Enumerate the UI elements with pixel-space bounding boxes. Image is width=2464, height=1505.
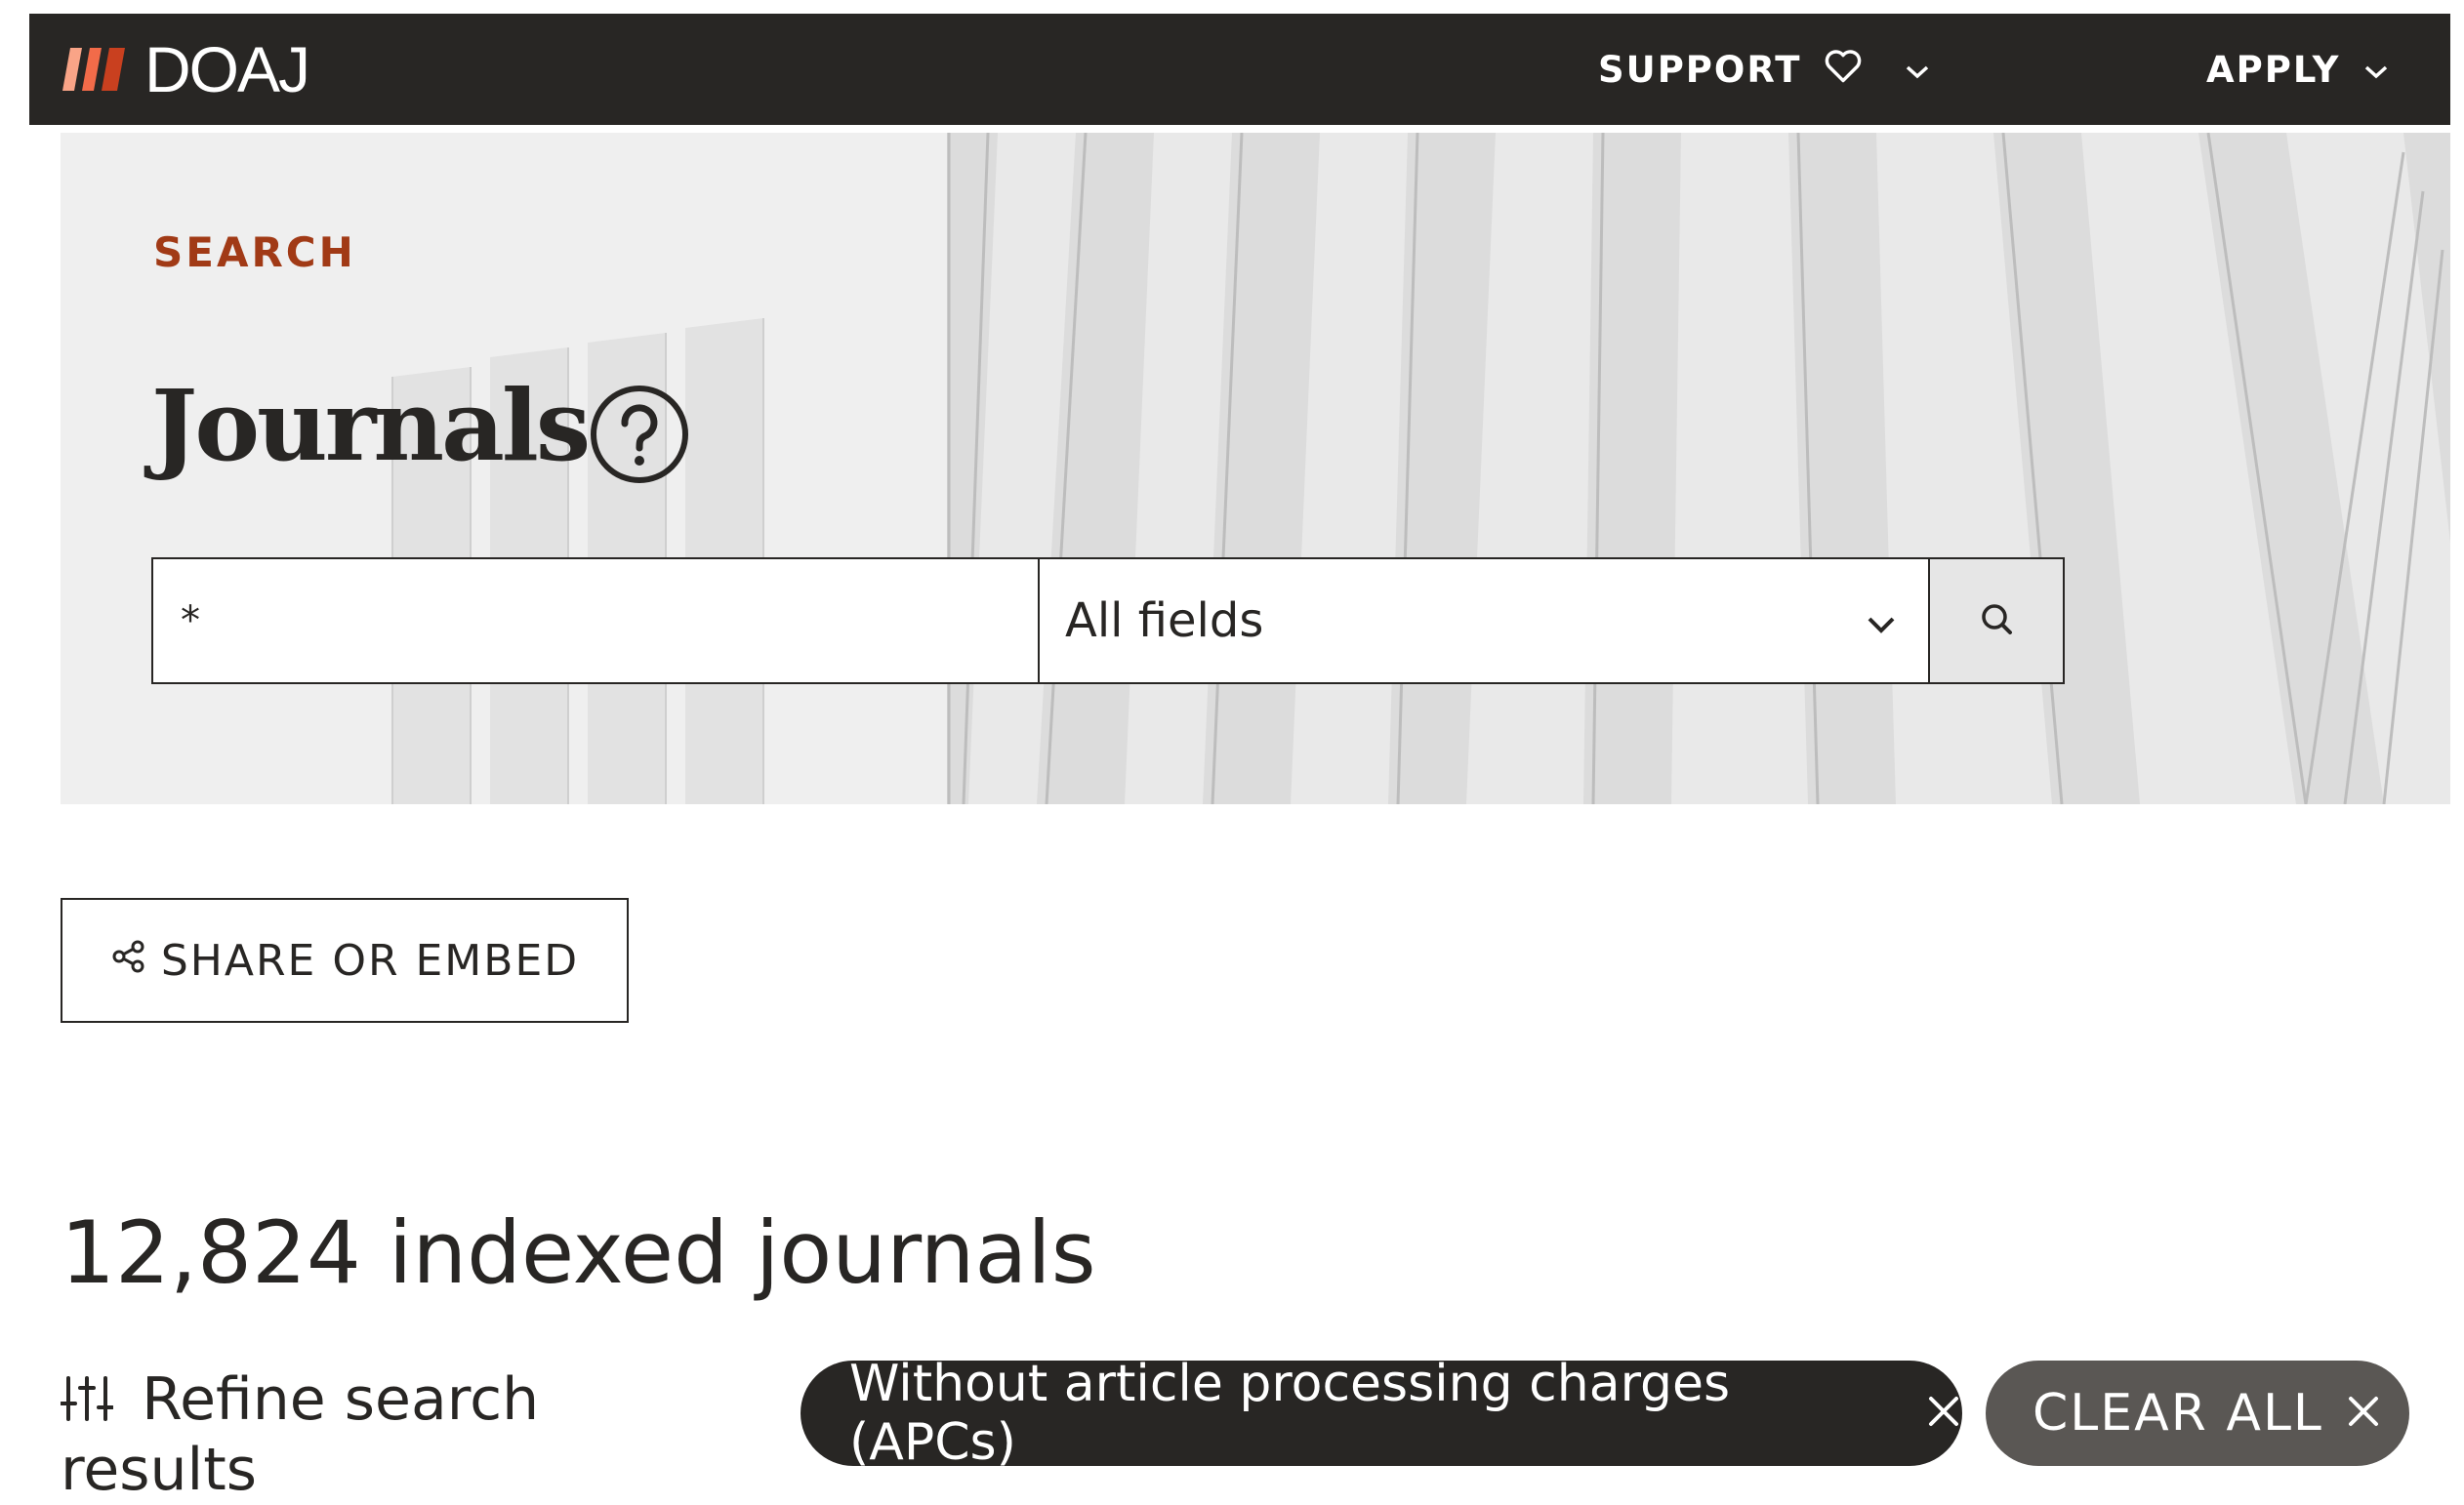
search-submit-button[interactable] — [1930, 559, 2063, 682]
nav-apply-label: APPLY — [2206, 48, 2341, 91]
page-eyebrow: SEARCH — [153, 228, 356, 276]
share-embed-button[interactable]: SHARE OR EMBED — [61, 898, 629, 1023]
refine-search-toggle[interactable]: Refine search results — [61, 1364, 568, 1505]
help-circle-icon[interactable] — [588, 383, 691, 486]
heart-icon — [1823, 47, 1864, 93]
search-field-select[interactable]: All fields — [1040, 559, 1930, 682]
nav-support[interactable]: SUPPORT — [1598, 14, 1932, 125]
share-icon — [110, 936, 161, 986]
active-filter-label: Without article processing charges (APCs… — [849, 1355, 1731, 1472]
page-title: Journals — [151, 368, 591, 483]
chevron-down-icon — [1864, 593, 1899, 648]
sliders-icon — [61, 1365, 142, 1434]
results-count: 12,824 indexed journals — [61, 1202, 1096, 1303]
doaj-logo-icon — [62, 48, 125, 91]
nav-support-label: SUPPORT — [1598, 48, 1802, 91]
share-embed-label: SHARE OR EMBED — [160, 935, 580, 986]
chevron-down-icon — [2361, 49, 2391, 91]
search-field-selected: All fields — [1065, 593, 1264, 648]
close-icon — [1925, 1384, 1962, 1443]
active-filter-chip[interactable]: Without article processing charges (APCs… — [801, 1355, 1962, 1472]
nav-apply[interactable]: APPLY — [2206, 14, 2391, 125]
journal-search-form: All fields — [151, 557, 2065, 684]
search-hero: SEARCH Journals All fields — [61, 133, 2450, 804]
search-input[interactable] — [153, 559, 1040, 682]
search-icon — [1977, 599, 2016, 642]
clear-all-button[interactable]: CLEAR ALL — [1986, 1361, 2409, 1466]
clear-all-label: CLEAR ALL — [2033, 1384, 2323, 1443]
doaj-logo[interactable]: DOAJ — [61, 33, 310, 105]
top-navigation-bar: DOAJ SUPPORT APPLY — [29, 14, 2450, 125]
close-icon — [2345, 1384, 2382, 1443]
chevron-down-icon — [1903, 49, 1932, 91]
logo-text: DOAJ — [144, 33, 310, 105]
